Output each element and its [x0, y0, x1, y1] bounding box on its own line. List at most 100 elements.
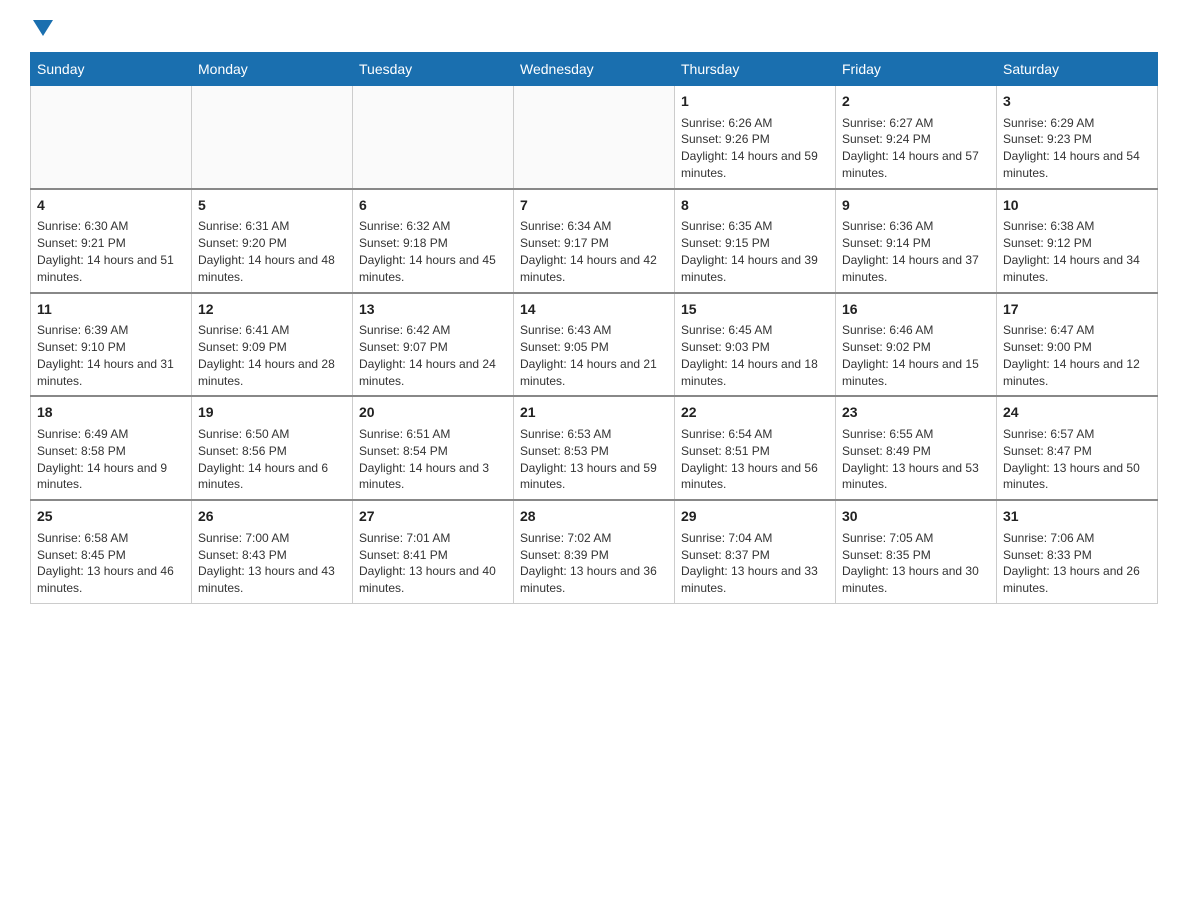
day-number: 2	[842, 92, 990, 112]
day-info: Sunrise: 6:34 AM	[520, 218, 668, 235]
day-info: Sunrise: 6:32 AM	[359, 218, 507, 235]
calendar-cell: 18Sunrise: 6:49 AMSunset: 8:58 PMDayligh…	[31, 396, 192, 500]
calendar-week-row: 18Sunrise: 6:49 AMSunset: 8:58 PMDayligh…	[31, 396, 1158, 500]
logo-triangle-icon	[33, 20, 53, 36]
day-info: Sunset: 9:03 PM	[681, 339, 829, 356]
day-number: 14	[520, 300, 668, 320]
day-info: Sunrise: 7:06 AM	[1003, 530, 1151, 547]
day-header-wednesday: Wednesday	[514, 53, 675, 86]
day-info: Daylight: 14 hours and 12 minutes.	[1003, 356, 1151, 390]
day-info: Daylight: 13 hours and 33 minutes.	[681, 563, 829, 597]
day-number: 8	[681, 196, 829, 216]
day-info: Sunset: 9:09 PM	[198, 339, 346, 356]
calendar-cell: 17Sunrise: 6:47 AMSunset: 9:00 PMDayligh…	[997, 293, 1158, 397]
day-info: Sunset: 8:43 PM	[198, 547, 346, 564]
calendar-cell: 22Sunrise: 6:54 AMSunset: 8:51 PMDayligh…	[675, 396, 836, 500]
calendar-cell: 26Sunrise: 7:00 AMSunset: 8:43 PMDayligh…	[192, 500, 353, 603]
day-info: Sunrise: 6:41 AM	[198, 322, 346, 339]
calendar-cell: 19Sunrise: 6:50 AMSunset: 8:56 PMDayligh…	[192, 396, 353, 500]
day-info: Sunrise: 7:01 AM	[359, 530, 507, 547]
day-header-monday: Monday	[192, 53, 353, 86]
day-info: Sunrise: 7:05 AM	[842, 530, 990, 547]
day-number: 10	[1003, 196, 1151, 216]
calendar-cell: 3 Sunrise: 6:29 AMSunset: 9:23 PMDaylight…	[997, 86, 1158, 189]
day-info: Sunrise: 6:45 AM	[681, 322, 829, 339]
day-info: Sunset: 9:26 PM	[681, 131, 829, 148]
calendar-cell: 31Sunrise: 7:06 AMSunset: 8:33 PMDayligh…	[997, 500, 1158, 603]
day-info: Sunrise: 6:43 AM	[520, 322, 668, 339]
day-info: Sunset: 9:02 PM	[842, 339, 990, 356]
day-number: 28	[520, 507, 668, 527]
day-number: 13	[359, 300, 507, 320]
day-info: Sunrise: 6:50 AM	[198, 426, 346, 443]
calendar-cell: 8Sunrise: 6:35 AMSunset: 9:15 PMDaylight…	[675, 189, 836, 293]
day-info: Sunset: 9:18 PM	[359, 235, 507, 252]
day-number: 4	[37, 196, 185, 216]
day-number: 21	[520, 403, 668, 423]
day-info: Sunset: 8:54 PM	[359, 443, 507, 460]
day-info: Daylight: 13 hours and 26 minutes.	[1003, 563, 1151, 597]
day-info: Sunrise: 6:49 AM	[37, 426, 185, 443]
calendar-cell: 10Sunrise: 6:38 AMSunset: 9:12 PMDayligh…	[997, 189, 1158, 293]
day-info: Sunrise: 7:04 AM	[681, 530, 829, 547]
day-info: Sunrise: 6:27 AM	[842, 115, 990, 132]
day-info: Sunset: 9:23 PM	[1003, 131, 1151, 148]
day-info: Sunset: 9:10 PM	[37, 339, 185, 356]
day-info: Daylight: 14 hours and 57 minutes.	[842, 148, 990, 182]
day-info: Sunrise: 6:35 AM	[681, 218, 829, 235]
day-info: Daylight: 14 hours and 51 minutes.	[37, 252, 185, 286]
day-info: Sunset: 9:12 PM	[1003, 235, 1151, 252]
day-info: Daylight: 14 hours and 31 minutes.	[37, 356, 185, 390]
day-number: 27	[359, 507, 507, 527]
day-info: Sunset: 9:15 PM	[681, 235, 829, 252]
day-info: Sunrise: 6:51 AM	[359, 426, 507, 443]
calendar-cell: 27Sunrise: 7:01 AMSunset: 8:41 PMDayligh…	[353, 500, 514, 603]
day-number: 24	[1003, 403, 1151, 423]
day-number: 3	[1003, 92, 1151, 112]
day-info: Daylight: 13 hours and 43 minutes.	[198, 563, 346, 597]
day-info: Sunset: 9:07 PM	[359, 339, 507, 356]
calendar-cell: 2Sunrise: 6:27 AMSunset: 9:24 PMDaylight…	[836, 86, 997, 189]
day-info: Daylight: 13 hours and 50 minutes.	[1003, 460, 1151, 494]
day-info: Daylight: 14 hours and 54 minutes.	[1003, 148, 1151, 182]
day-info: Daylight: 14 hours and 15 minutes.	[842, 356, 990, 390]
calendar-cell: 25Sunrise: 6:58 AMSunset: 8:45 PMDayligh…	[31, 500, 192, 603]
day-info: Sunrise: 6:47 AM	[1003, 322, 1151, 339]
day-info: Sunrise: 6:57 AM	[1003, 426, 1151, 443]
day-number: 15	[681, 300, 829, 320]
day-number: 16	[842, 300, 990, 320]
day-info: Sunset: 9:20 PM	[198, 235, 346, 252]
day-header-saturday: Saturday	[997, 53, 1158, 86]
day-info: Daylight: 14 hours and 28 minutes.	[198, 356, 346, 390]
day-info: Sunset: 9:05 PM	[520, 339, 668, 356]
day-info: Sunrise: 6:30 AM	[37, 218, 185, 235]
calendar-cell: 5Sunrise: 6:31 AMSunset: 9:20 PMDaylight…	[192, 189, 353, 293]
day-info: Sunset: 8:45 PM	[37, 547, 185, 564]
day-info: Sunrise: 6:46 AM	[842, 322, 990, 339]
calendar-cell	[31, 86, 192, 189]
day-info: Sunrise: 6:39 AM	[37, 322, 185, 339]
day-info: Sunrise: 6:29 AM	[1003, 115, 1151, 132]
day-info: Sunset: 8:58 PM	[37, 443, 185, 460]
day-info: Daylight: 14 hours and 24 minutes.	[359, 356, 507, 390]
calendar-cell: 14Sunrise: 6:43 AMSunset: 9:05 PMDayligh…	[514, 293, 675, 397]
day-info: Daylight: 14 hours and 18 minutes.	[681, 356, 829, 390]
calendar-cell: 1Sunrise: 6:26 AMSunset: 9:26 PMDaylight…	[675, 86, 836, 189]
day-number: 29	[681, 507, 829, 527]
day-info: Sunset: 8:41 PM	[359, 547, 507, 564]
day-number: 5	[198, 196, 346, 216]
calendar-week-row: 25Sunrise: 6:58 AMSunset: 8:45 PMDayligh…	[31, 500, 1158, 603]
calendar-week-row: 11Sunrise: 6:39 AMSunset: 9:10 PMDayligh…	[31, 293, 1158, 397]
day-info: Sunset: 9:17 PM	[520, 235, 668, 252]
calendar-cell: 9Sunrise: 6:36 AMSunset: 9:14 PMDaylight…	[836, 189, 997, 293]
calendar-cell	[514, 86, 675, 189]
day-info: Sunrise: 6:26 AM	[681, 115, 829, 132]
day-info: Daylight: 13 hours and 30 minutes.	[842, 563, 990, 597]
calendar-cell: 6Sunrise: 6:32 AMSunset: 9:18 PMDaylight…	[353, 189, 514, 293]
day-info: Sunset: 8:33 PM	[1003, 547, 1151, 564]
day-info: Sunset: 8:47 PM	[1003, 443, 1151, 460]
day-header-sunday: Sunday	[31, 53, 192, 86]
day-number: 30	[842, 507, 990, 527]
day-info: Daylight: 13 hours and 53 minutes.	[842, 460, 990, 494]
calendar-cell: 21Sunrise: 6:53 AMSunset: 8:53 PMDayligh…	[514, 396, 675, 500]
